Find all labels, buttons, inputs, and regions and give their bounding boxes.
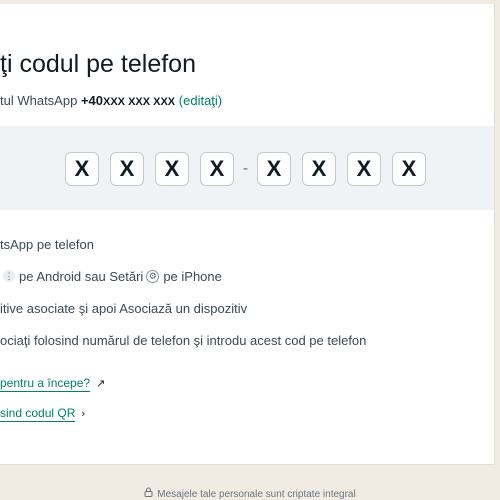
- code-band: X X X X - X X X X: [0, 126, 494, 210]
- step-4-text: ociaţi folosind numărul de telefon şi in…: [0, 332, 367, 348]
- page-title: ţi codul pe telefon: [0, 50, 196, 78]
- link-with-phone-card: ţi codul pe telefon tul WhatsApp +40XXX …: [0, 4, 495, 465]
- code-separator: -: [242, 160, 249, 177]
- link-with-qr-label: sind codul QR: [0, 406, 76, 422]
- step-1-text: tsApp pe telefon: [0, 236, 94, 252]
- step-3: itive asociate şi apoi Asociază un dispo…: [0, 292, 366, 324]
- phone-prefix: +40: [80, 93, 103, 108]
- code-char-6: X: [302, 152, 336, 186]
- phone-number: +40XXX XXX XXX: [81, 93, 175, 108]
- step-2-after: pe iPhone: [163, 268, 222, 284]
- code-char-4: X: [200, 152, 234, 186]
- lock-icon: [144, 487, 153, 499]
- code-char-5: X: [257, 152, 291, 186]
- instruction-steps: tsApp pe telefon ⋮ pe Android sau Setări…: [0, 228, 366, 356]
- need-help-link[interactable]: pentru a începe? ↗: [0, 376, 106, 392]
- code-char-1: X: [65, 152, 99, 186]
- code-char-3: X: [155, 152, 189, 186]
- more-options-icon: ⋮: [3, 270, 15, 282]
- step-1: tsApp pe telefon: [0, 228, 366, 260]
- subtitle-prefix: tul WhatsApp: [0, 93, 81, 108]
- code-char-8: X: [392, 152, 426, 186]
- code-boxes: X X X X - X X X X: [65, 152, 426, 186]
- step-2: ⋮ pe Android sau Setări ⚙ pe iPhone: [0, 260, 366, 292]
- need-help-label: pentru a începe?: [0, 376, 91, 392]
- subtitle: tul WhatsApp +40XXX XXX XXX (editaţi): [0, 93, 222, 108]
- edit-phone-link[interactable]: (editaţi): [179, 93, 222, 108]
- step-4: ociaţi folosind numărul de telefon şi in…: [0, 324, 366, 356]
- chevron-right-icon: ›: [81, 408, 86, 420]
- step-3-text: itive asociate şi apoi Asociază un dispo…: [0, 300, 248, 316]
- phone-rest: XXX XXX XXX: [103, 96, 176, 108]
- encryption-footer: Mesajele tale personale sunt criptate in…: [0, 487, 500, 500]
- footer-text: Mesajele tale personale sunt criptate in…: [157, 489, 356, 500]
- external-link-icon: ↗: [96, 378, 106, 390]
- step-2-middle: pe Android sau Setări: [19, 268, 144, 284]
- link-with-qr-link[interactable]: sind codul QR ›: [0, 406, 86, 422]
- settings-icon: ⚙: [146, 269, 160, 283]
- code-char-7: X: [347, 152, 381, 186]
- code-char-2: X: [110, 152, 144, 186]
